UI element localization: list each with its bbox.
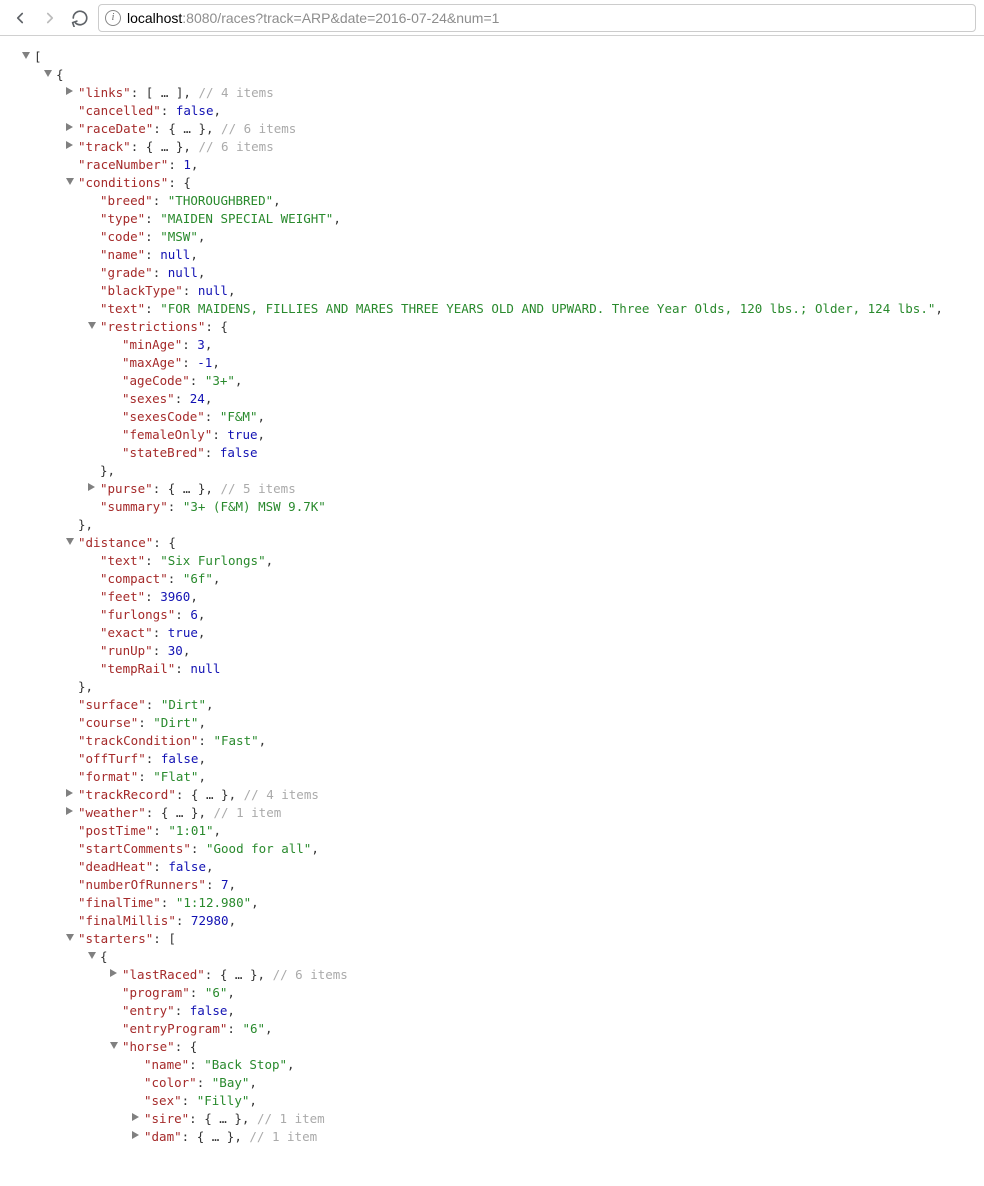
json-kv: "lastRaced": { … }, // 6 items xyxy=(122,966,978,984)
json-kv: "furlongs": 6, xyxy=(100,606,978,624)
json-kv: "purse": { … }, // 5 items xyxy=(100,480,978,498)
toggle-icon[interactable] xyxy=(66,141,73,149)
toggle-icon[interactable] xyxy=(88,483,95,491)
toggle-icon[interactable] xyxy=(22,52,30,59)
json-close: }, xyxy=(78,516,978,534)
json-kv: "stateBred": false xyxy=(122,444,978,462)
json-kv: "program": "6", xyxy=(122,984,978,1002)
json-kv: "finalTime": "1:12.980", xyxy=(78,894,978,912)
json-kv: "maxAge": -1, xyxy=(122,354,978,372)
json-kv: "minAge": 3, xyxy=(122,336,978,354)
json-object-open: { xyxy=(100,948,978,966)
toggle-icon[interactable] xyxy=(44,70,52,77)
json-kv: "color": "Bay", xyxy=(144,1074,978,1092)
json-kv: "conditions": { xyxy=(78,174,978,192)
json-kv: "grade": null, xyxy=(100,264,978,282)
toggle-icon[interactable] xyxy=(66,538,74,545)
json-kv: "blackType": null, xyxy=(100,282,978,300)
toggle-icon[interactable] xyxy=(88,952,96,959)
json-kv: "name": null, xyxy=(100,246,978,264)
json-kv: "surface": "Dirt", xyxy=(78,696,978,714)
json-object-open: { xyxy=(56,66,978,84)
json-kv: "exact": true, xyxy=(100,624,978,642)
json-kv: "track": { … }, // 6 items xyxy=(78,138,978,156)
toggle-icon[interactable] xyxy=(132,1113,139,1121)
back-button[interactable] xyxy=(8,6,32,30)
json-kv: "summary": "3+ (F&M) MSW 9.7K" xyxy=(100,498,978,516)
json-kv: "postTime": "1:01", xyxy=(78,822,978,840)
json-kv: "deadHeat": false, xyxy=(78,858,978,876)
toggle-icon[interactable] xyxy=(66,789,73,797)
address-bar[interactable]: i localhost:8080/races?track=ARP&date=20… xyxy=(98,4,976,32)
json-kv: "compact": "6f", xyxy=(100,570,978,588)
json-kv: "raceNumber": 1, xyxy=(78,156,978,174)
json-kv: "entry": false, xyxy=(122,1002,978,1020)
json-kv: "breed": "THOROUGHBRED", xyxy=(100,192,978,210)
json-kv: "horse": { xyxy=(122,1038,978,1056)
json-close: }, xyxy=(78,678,978,696)
toggle-icon[interactable] xyxy=(110,1042,118,1049)
toggle-icon[interactable] xyxy=(66,123,73,131)
browser-toolbar: i localhost:8080/races?track=ARP&date=20… xyxy=(0,0,984,36)
toggle-icon[interactable] xyxy=(66,178,74,185)
json-kv: "raceDate": { … }, // 6 items xyxy=(78,120,978,138)
json-kv: "finalMillis": 72980, xyxy=(78,912,978,930)
json-kv: "links": [ … ], // 4 items xyxy=(78,84,978,102)
json-kv: "starters": [ xyxy=(78,930,978,948)
json-kv: "dam": { … }, // 1 item xyxy=(144,1128,978,1146)
json-kv: "sexesCode": "F&M", xyxy=(122,408,978,426)
json-kv: "startComments": "Good for all", xyxy=(78,840,978,858)
json-kv: "distance": { xyxy=(78,534,978,552)
site-info-icon[interactable]: i xyxy=(105,10,121,26)
toggle-icon[interactable] xyxy=(110,969,117,977)
json-kv: "femaleOnly": true, xyxy=(122,426,978,444)
json-kv: "sexes": 24, xyxy=(122,390,978,408)
json-kv: "weather": { … }, // 1 item xyxy=(78,804,978,822)
json-kv: "tempRail": null xyxy=(100,660,978,678)
toggle-icon[interactable] xyxy=(66,934,74,941)
toggle-icon[interactable] xyxy=(66,807,73,815)
json-kv: "entryProgram": "6", xyxy=(122,1020,978,1038)
json-kv: "restrictions": { xyxy=(100,318,978,336)
toggle-icon[interactable] xyxy=(66,87,73,95)
url-text: localhost:8080/races?track=ARP&date=2016… xyxy=(127,10,499,26)
reload-button[interactable] xyxy=(68,6,92,30)
json-kv: "text": "Six Furlongs", xyxy=(100,552,978,570)
json-kv: "text": "FOR MAIDENS, FILLIES AND MARES … xyxy=(100,300,978,318)
json-kv: "sire": { … }, // 1 item xyxy=(144,1110,978,1128)
json-close: }, xyxy=(100,462,978,480)
json-kv: "format": "Flat", xyxy=(78,768,978,786)
json-kv: "trackCondition": "Fast", xyxy=(78,732,978,750)
json-kv: "runUp": 30, xyxy=(100,642,978,660)
toggle-icon[interactable] xyxy=(132,1131,139,1139)
forward-button[interactable] xyxy=(38,6,62,30)
json-kv: "course": "Dirt", xyxy=(78,714,978,732)
toggle-icon[interactable] xyxy=(88,322,96,329)
json-viewer: [ { "links": [ … ], // 4 items "cancelle… xyxy=(0,36,984,1186)
json-kv: "feet": 3960, xyxy=(100,588,978,606)
json-kv: "trackRecord": { … }, // 4 items xyxy=(78,786,978,804)
json-kv: "name": "Back Stop", xyxy=(144,1056,978,1074)
json-kv: "type": "MAIDEN SPECIAL WEIGHT", xyxy=(100,210,978,228)
json-kv: "code": "MSW", xyxy=(100,228,978,246)
json-kv: "cancelled": false, xyxy=(78,102,978,120)
json-kv: "numberOfRunners": 7, xyxy=(78,876,978,894)
json-kv: "sex": "Filly", xyxy=(144,1092,978,1110)
json-kv: "ageCode": "3+", xyxy=(122,372,978,390)
json-array-open: [ xyxy=(34,48,978,66)
json-kv: "offTurf": false, xyxy=(78,750,978,768)
